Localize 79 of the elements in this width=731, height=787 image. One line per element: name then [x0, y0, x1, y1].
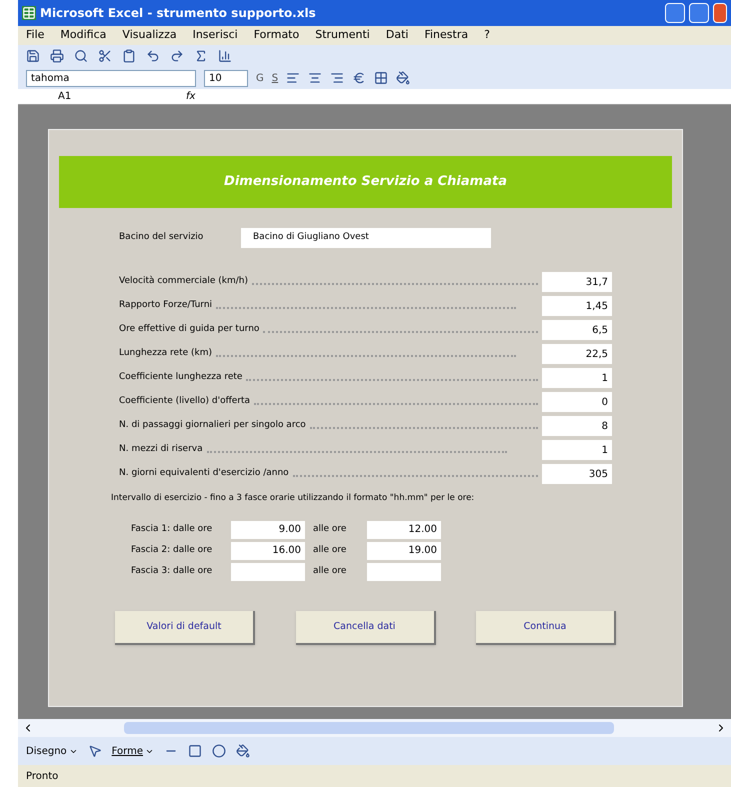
- time-field[interactable]: 16.00: [231, 542, 305, 560]
- scissors-icon[interactable]: [98, 49, 112, 63]
- menu-item[interactable]: Modifica: [60, 27, 106, 44]
- band-label: alle ore: [313, 544, 348, 557]
- form-title: Dimensionamento Servizio a Chiamata: [224, 173, 507, 192]
- redo-icon[interactable]: [170, 49, 184, 63]
- borders-icon[interactable]: [374, 71, 388, 85]
- menu-item[interactable]: Strumenti: [315, 27, 370, 44]
- field-label: Coefficiente (livello) d'offerta: [119, 395, 250, 408]
- fill-color-icon[interactable]: [236, 744, 250, 758]
- time-field[interactable]: 19.00: [367, 542, 441, 560]
- undo-icon[interactable]: [146, 49, 160, 63]
- field-label: N. giorni equivalenti d'esercizio /anno: [119, 467, 289, 480]
- save-icon[interactable]: [26, 49, 40, 63]
- time-field[interactable]: 12.00: [367, 520, 441, 539]
- time-field[interactable]: [367, 562, 441, 581]
- status-text: Pronto: [26, 770, 58, 784]
- chart-icon[interactable]: [218, 49, 232, 63]
- window-title: Microsoft Excel - strumento supporto.xls: [40, 5, 317, 22]
- field-label: N. mezzi di riserva: [119, 443, 203, 456]
- menu-item[interactable]: File: [26, 27, 44, 44]
- fill-color-icon[interactable]: [396, 71, 410, 85]
- bold-button[interactable]: G: [256, 70, 264, 86]
- input-field[interactable]: 305: [542, 464, 612, 484]
- field-label: N. di passaggi giornalieri per singolo arco: [119, 419, 306, 432]
- clipboard-icon[interactable]: [122, 49, 136, 63]
- menu-item[interactable]: Finestra: [424, 27, 468, 44]
- scrollbar-thumb[interactable]: [124, 722, 614, 734]
- band-label: alle ore: [313, 523, 348, 536]
- sigma-icon[interactable]: [194, 49, 208, 63]
- pointer-icon[interactable]: [88, 744, 102, 758]
- input-field[interactable]: 1,45: [542, 296, 612, 316]
- ellipse-icon[interactable]: [212, 744, 226, 758]
- field-label: Rapporto Forze/Turni: [119, 299, 212, 312]
- name-box[interactable]: A1: [18, 89, 138, 104]
- align-left-icon[interactable]: [286, 71, 300, 85]
- menu-item[interactable]: Inserisci: [192, 27, 238, 44]
- time-field[interactable]: 9.00: [231, 520, 305, 539]
- field-label: Ore effettive di guida per turno: [119, 323, 260, 336]
- excel-icon: [22, 6, 36, 20]
- menu-item[interactable]: ?: [484, 27, 490, 44]
- band-label: Fascia 2: dalle ore: [131, 544, 214, 557]
- menu-item[interactable]: Visualizza: [122, 27, 177, 44]
- align-right-icon[interactable]: [330, 71, 344, 85]
- band-label: alle ore: [313, 565, 348, 578]
- field-label: Lunghezza rete (km): [119, 347, 212, 360]
- menu-item[interactable]: Formato: [254, 27, 300, 44]
- input-field[interactable]: 1: [542, 368, 612, 388]
- form-button[interactable]: Valori di default: [115, 610, 255, 645]
- rectangle-icon[interactable]: [188, 744, 202, 758]
- underline-button[interactable]: S: [272, 70, 278, 86]
- draw-menu[interactable]: Disegno: [26, 744, 78, 758]
- input-field[interactable]: 6,5: [542, 320, 612, 340]
- interval-note: Intervallo di esercizio - fino a 3 fasce orarie utilizzando il formato "hh.mm" per le ore:: [111, 492, 476, 505]
- form-button[interactable]: Cancella dati: [296, 610, 436, 645]
- euro-icon[interactable]: [352, 71, 366, 85]
- field-label: Bacino del servizio: [119, 231, 204, 244]
- form-button[interactable]: Continua: [476, 610, 616, 645]
- input-field[interactable]: 1: [542, 440, 612, 460]
- input-field[interactable]: 31,7: [542, 272, 612, 292]
- input-field[interactable]: 0: [542, 392, 612, 412]
- shapes-menu[interactable]: Forme: [112, 744, 154, 758]
- time-field[interactable]: [231, 562, 305, 581]
- search-icon[interactable]: [74, 49, 88, 63]
- basin-field[interactable]: Bacino di Giugliano Ovest: [241, 228, 491, 248]
- align-center-icon[interactable]: [308, 71, 322, 85]
- horizontal-scrollbar[interactable]: [18, 719, 731, 737]
- close-button[interactable]: [713, 3, 727, 23]
- font-dropdown[interactable]: tahoma: [26, 70, 196, 86]
- size-dropdown[interactable]: 10: [204, 70, 248, 86]
- band-label: Fascia 1: dalle ore: [131, 523, 214, 536]
- function-icon[interactable]: fx: [186, 89, 196, 104]
- band-label: Fascia 3: dalle ore: [131, 565, 214, 578]
- field-label: Velocità commerciale (km/h): [119, 275, 248, 288]
- menu-item[interactable]: Dati: [386, 27, 408, 44]
- printer-icon[interactable]: [50, 49, 64, 63]
- input-field[interactable]: 8: [542, 416, 612, 436]
- field-label: Coefficiente lunghezza rete: [119, 371, 242, 384]
- input-field[interactable]: 22,5: [542, 344, 612, 364]
